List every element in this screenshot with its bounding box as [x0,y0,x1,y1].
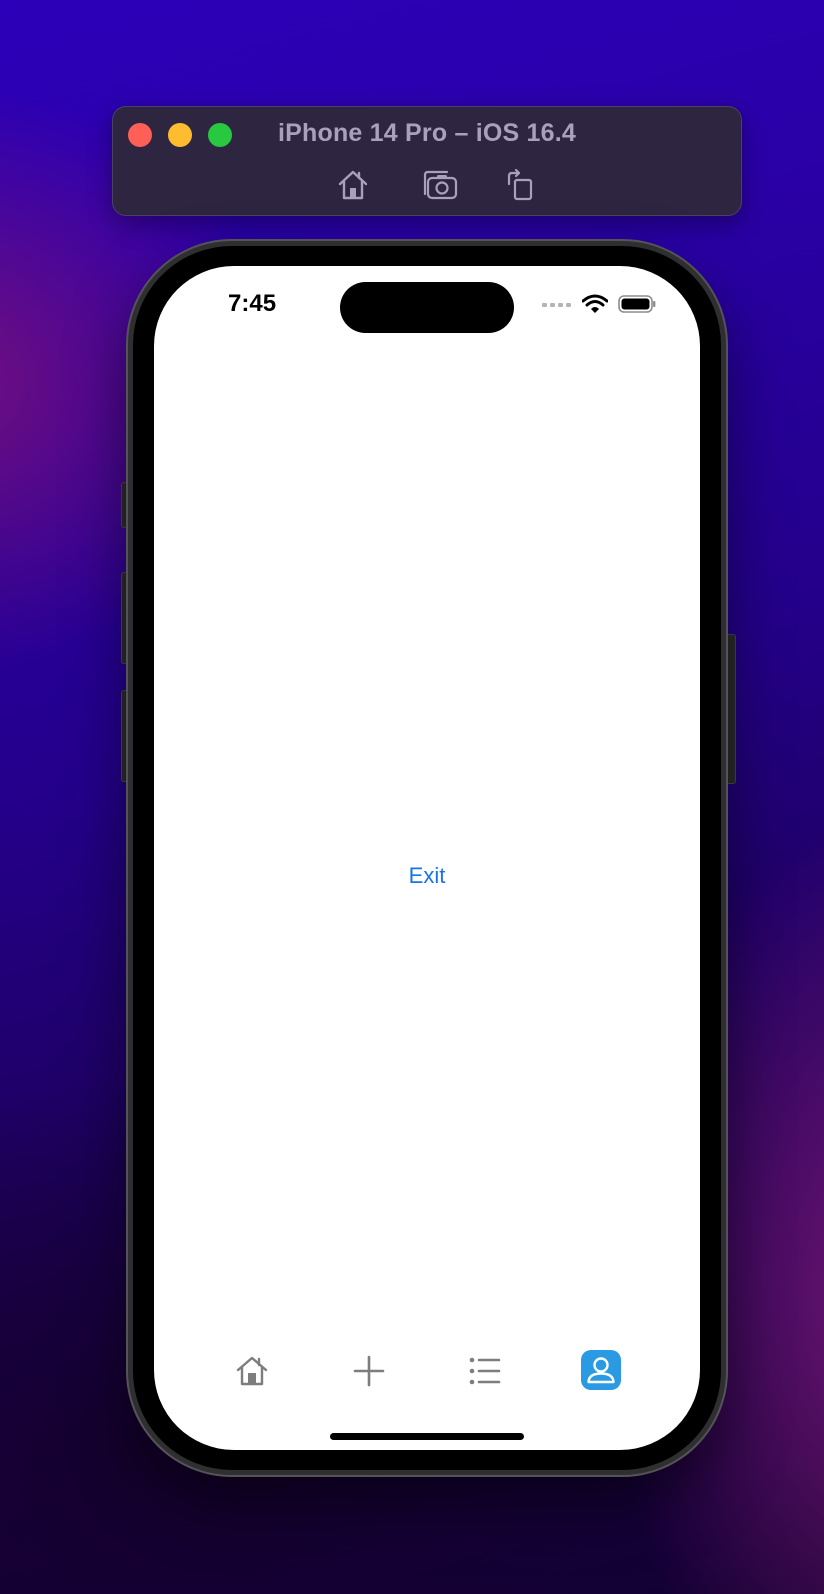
status-time: 7:45 [228,290,277,317]
tab-add[interactable] [348,1350,390,1392]
tab-bar [154,1350,700,1400]
cellular-signal-icon [542,303,571,307]
power-button [725,634,736,784]
exit-button[interactable]: Exit [154,863,700,889]
simulator-title: iPhone 14 Pro – iOS 16.4 [278,119,576,147]
list-icon [469,1357,501,1385]
simulator-rotate-button[interactable] [501,165,541,205]
home-icon [236,1356,268,1386]
wifi-icon [582,294,608,313]
phone-screen: 7:45 Exit [154,266,700,1450]
camera-icon [423,170,458,200]
status-indicators [542,294,656,314]
plus-icon [353,1355,385,1387]
person-icon [587,1357,615,1384]
rotate-icon [507,168,533,201]
simulator-home-button[interactable] [333,165,373,205]
home-indicator [330,1433,524,1440]
tab-list[interactable] [464,1350,506,1392]
home-icon [338,170,368,200]
dynamic-island [340,282,514,333]
simulator-screenshot-button[interactable] [421,165,461,205]
tab-profile[interactable] [581,1350,621,1390]
battery-icon [618,295,656,313]
tab-home[interactable] [231,1350,273,1392]
simulator-title-bar: iPhone 14 Pro – iOS 16.4 [112,106,742,216]
